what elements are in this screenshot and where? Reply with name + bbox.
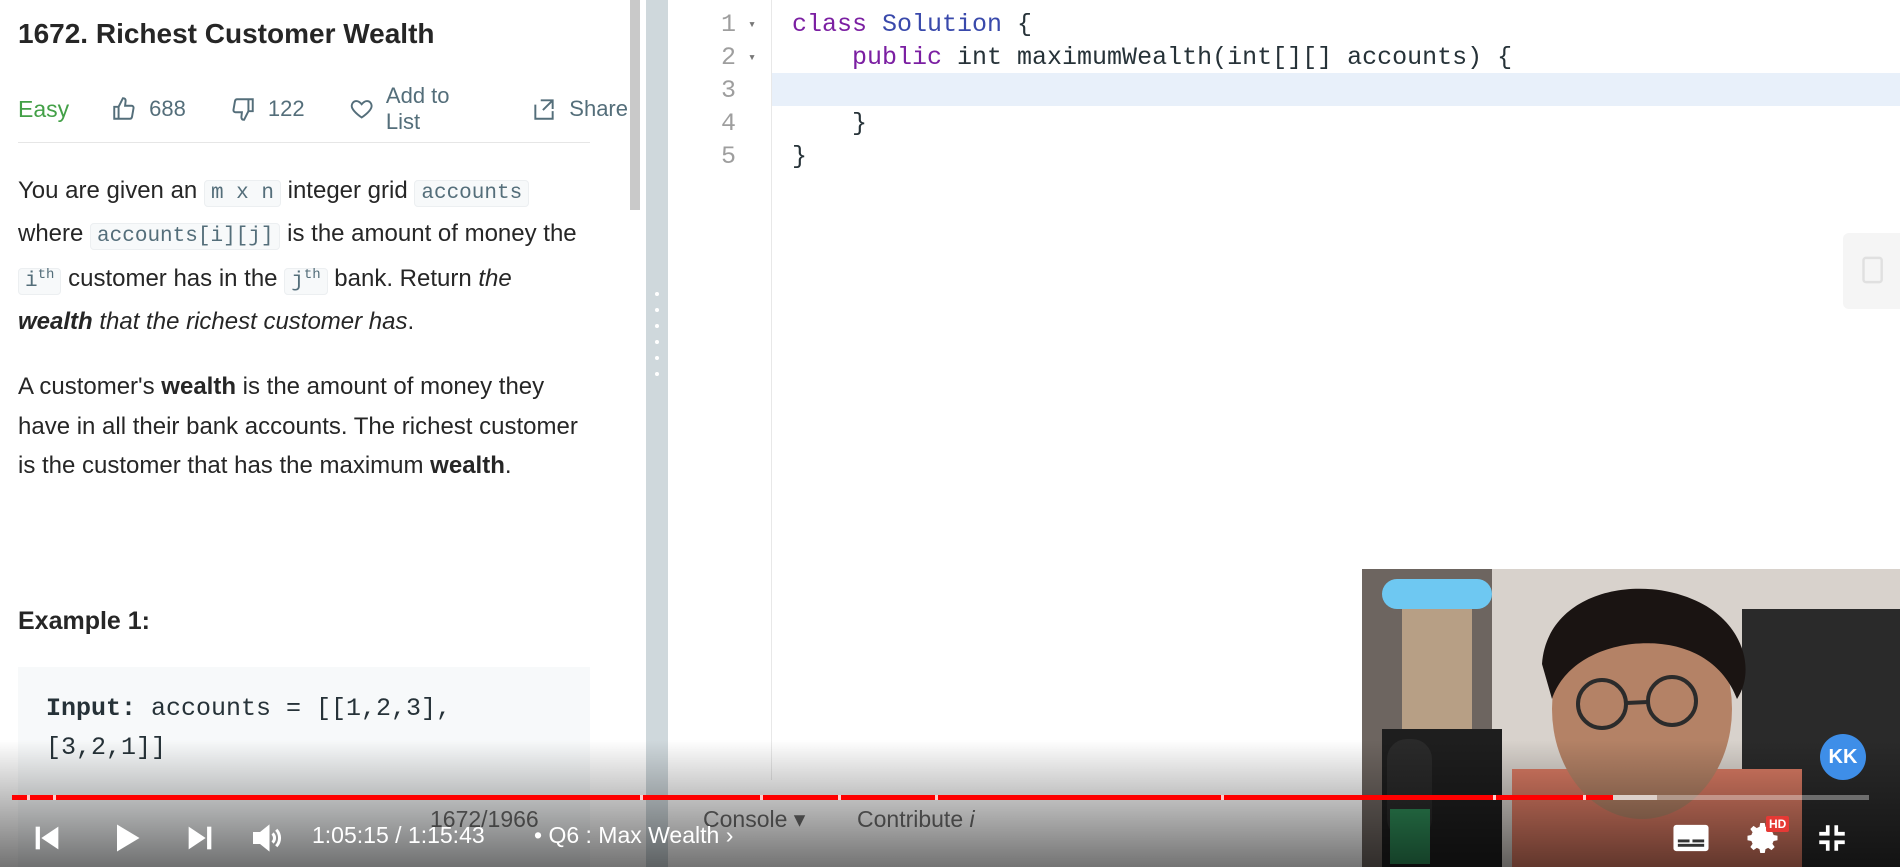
progress-played: [12, 795, 1613, 800]
line-number: 4: [720, 109, 736, 138]
active-line-highlight: [772, 73, 1900, 106]
volume-button[interactable]: [250, 818, 286, 858]
kk-logo: KK: [1820, 734, 1866, 780]
chapter-marker: [1583, 795, 1586, 800]
skip-previous-icon: [35, 826, 59, 850]
panel-resize-handle[interactable]: [646, 0, 668, 867]
share-icon: [534, 99, 554, 120]
chapter-marker: [1493, 795, 1496, 800]
hd-badge: HD: [1766, 816, 1790, 832]
settings-button[interactable]: HD: [1746, 816, 1790, 858]
fold-arrow-icon[interactable]: ▾: [748, 41, 756, 74]
chapter-marker: [935, 795, 938, 800]
difficulty-badge: Easy: [18, 95, 70, 122]
line-number: 2 ▾: [720, 41, 756, 74]
dislike-count: 122: [267, 96, 305, 121]
previous-button[interactable]: [30, 818, 64, 858]
volume-icon: [253, 824, 281, 852]
description-paragraph: You are given an m x n integer grid acco…: [18, 177, 577, 335]
problem-panel: 1672. Richest Customer Wealth Easy 688 1…: [0, 0, 628, 867]
share-button[interactable]: Share: [531, 96, 628, 122]
contribute-button[interactable]: Contribute i: [857, 806, 975, 833]
chapter-marker: [27, 795, 30, 800]
subtitles-icon: [1673, 824, 1709, 852]
inline-code: accounts: [414, 180, 530, 207]
problem-description: You are given an m x n integer grid acco…: [18, 171, 593, 512]
time-display: 1:05:15 / 1:15:43: [312, 822, 485, 848]
exit-fullscreen-button[interactable]: [1815, 818, 1849, 858]
divider-line: [18, 142, 590, 143]
heart-icon: [350, 100, 373, 119]
next-button[interactable]: [183, 818, 217, 858]
inline-code: ith: [18, 267, 62, 295]
add-to-list-label: Add to List: [385, 83, 450, 134]
inline-code: m x n: [203, 180, 281, 207]
chapter-marker: [838, 795, 841, 800]
thumbs-down-icon: [232, 98, 254, 121]
inline-code: accounts[i][j]: [90, 222, 281, 250]
play-icon: [117, 824, 140, 852]
description-paragraph: A customer's wealth is the amount of mon…: [18, 373, 578, 479]
thumbs-up-icon: [113, 97, 135, 120]
code-line[interactable]: }: [792, 107, 867, 140]
chapter-marker: [640, 795, 643, 800]
fold-arrow-icon[interactable]: ▾: [748, 8, 756, 41]
chapter-title[interactable]: • Q6 : Max Wealth ›: [534, 822, 733, 849]
dislike-button[interactable]: 122: [230, 96, 305, 122]
chapter-marker: [53, 795, 56, 800]
example-input-label: Input:: [46, 694, 137, 723]
code-line[interactable]: public int maximumWealth(int[][] account…: [792, 41, 1512, 74]
copy-icon: [1862, 256, 1883, 284]
line-number: 3: [720, 76, 736, 105]
code-line[interactable]: class Solution {: [792, 8, 1032, 41]
example-title: Example 1:: [18, 607, 151, 635]
add-to-list-button[interactable]: Add to List: [349, 83, 488, 135]
chapter-marker: [760, 795, 763, 800]
play-button[interactable]: [108, 818, 144, 858]
problem-meta: Easy 688 122 Add to List Share: [18, 83, 628, 135]
like-count: 688: [149, 96, 186, 121]
code-line[interactable]: }: [792, 140, 807, 173]
line-number: 5: [720, 142, 736, 171]
example-box: Input: accounts = [[1,2,3],[3,2,1]]: [18, 667, 590, 867]
copy-code-button[interactable]: [1843, 233, 1900, 309]
share-label: Share: [569, 96, 628, 121]
description-scrollbar[interactable]: [630, 0, 640, 210]
problem-title: 1672. Richest Customer Wealth: [18, 18, 435, 49]
inline-code: jth: [284, 267, 328, 295]
subtitles-button[interactable]: [1672, 818, 1710, 858]
line-number: 1 ▾: [720, 8, 756, 41]
like-button[interactable]: 688: [111, 96, 186, 122]
exit-fullscreen-icon: [1819, 825, 1845, 851]
skip-next-icon: [188, 826, 212, 850]
line-number-gutter: 1 ▾ 2 ▾ 3 4 5: [668, 0, 772, 780]
chapter-marker: [1221, 795, 1224, 800]
